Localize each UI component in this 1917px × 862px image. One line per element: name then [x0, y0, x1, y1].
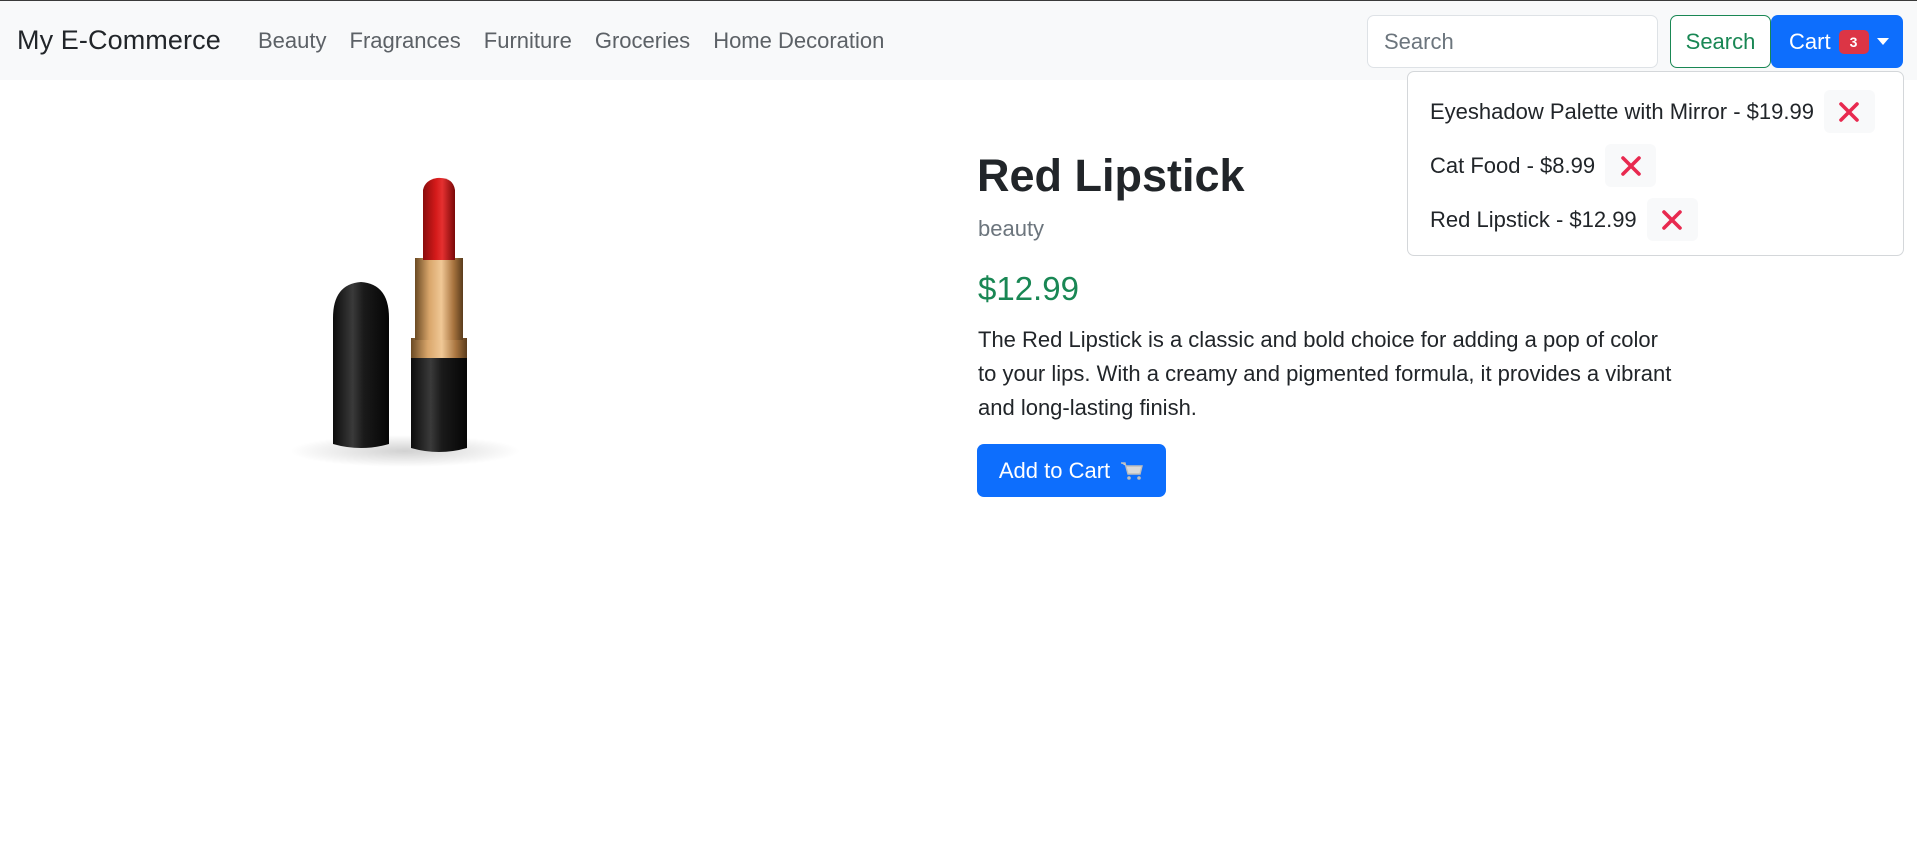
product-price: $12.99: [978, 270, 1079, 307]
cart-item-label: Eyeshadow Palette with Mirror - $19.99: [1430, 98, 1814, 124]
product-category: beauty: [978, 216, 1045, 241]
cart-item-label: Red Lipstick - $12.99: [1430, 206, 1637, 232]
navbar: My E-Commerce Beauty Fragrances Furnitur…: [0, 1, 1917, 80]
search-button[interactable]: Search: [1670, 15, 1771, 68]
cart-count-badge: 3: [1838, 29, 1869, 54]
nav-link-home-decoration[interactable]: Home Decoration: [713, 28, 884, 54]
remove-item-button[interactable]: [1605, 144, 1657, 187]
remove-item-button[interactable]: [1823, 90, 1875, 133]
shopping-cart-icon: [1120, 461, 1144, 481]
nav-link-groceries[interactable]: Groceries: [595, 28, 690, 54]
product-title: Red Lipstick: [977, 150, 1245, 201]
cart-item-label: Cat Food - $8.99: [1430, 152, 1596, 178]
add-to-cart-label: Add to Cart: [998, 457, 1111, 483]
search-input[interactable]: [1367, 15, 1658, 68]
cart-dropdown-button[interactable]: Cart 3: [1771, 15, 1903, 68]
nav-links: Beauty Fragrances Furniture Groceries Ho…: [258, 28, 907, 54]
x-icon: [1662, 209, 1682, 230]
nav-link-beauty[interactable]: Beauty: [258, 28, 327, 54]
brand-logo[interactable]: My E-Commerce: [17, 25, 221, 56]
cart-item: Red Lipstick - $12.99: [1430, 198, 1698, 241]
nav-link-furniture[interactable]: Furniture: [484, 28, 572, 54]
product-description: The Red Lipstick is a classic and bold c…: [978, 327, 1672, 420]
nav-link-fragrances[interactable]: Fragrances: [350, 28, 461, 54]
cart-label: Cart: [1789, 28, 1831, 54]
add-to-cart-button[interactable]: Add to Cart: [977, 444, 1166, 497]
x-icon: [1839, 101, 1860, 122]
remove-item-button[interactable]: [1646, 198, 1698, 241]
caret-down-icon: [1876, 38, 1889, 45]
cart-dropdown-menu: Eyeshadow Palette with Mirror - $19.99 C…: [1407, 71, 1904, 256]
cart-item: Cat Food - $8.99: [1430, 144, 1657, 187]
x-icon: [1620, 155, 1641, 176]
product-image-lipstick: [290, 177, 520, 467]
cart-item: Eyeshadow Palette with Mirror - $19.99: [1430, 90, 1875, 133]
